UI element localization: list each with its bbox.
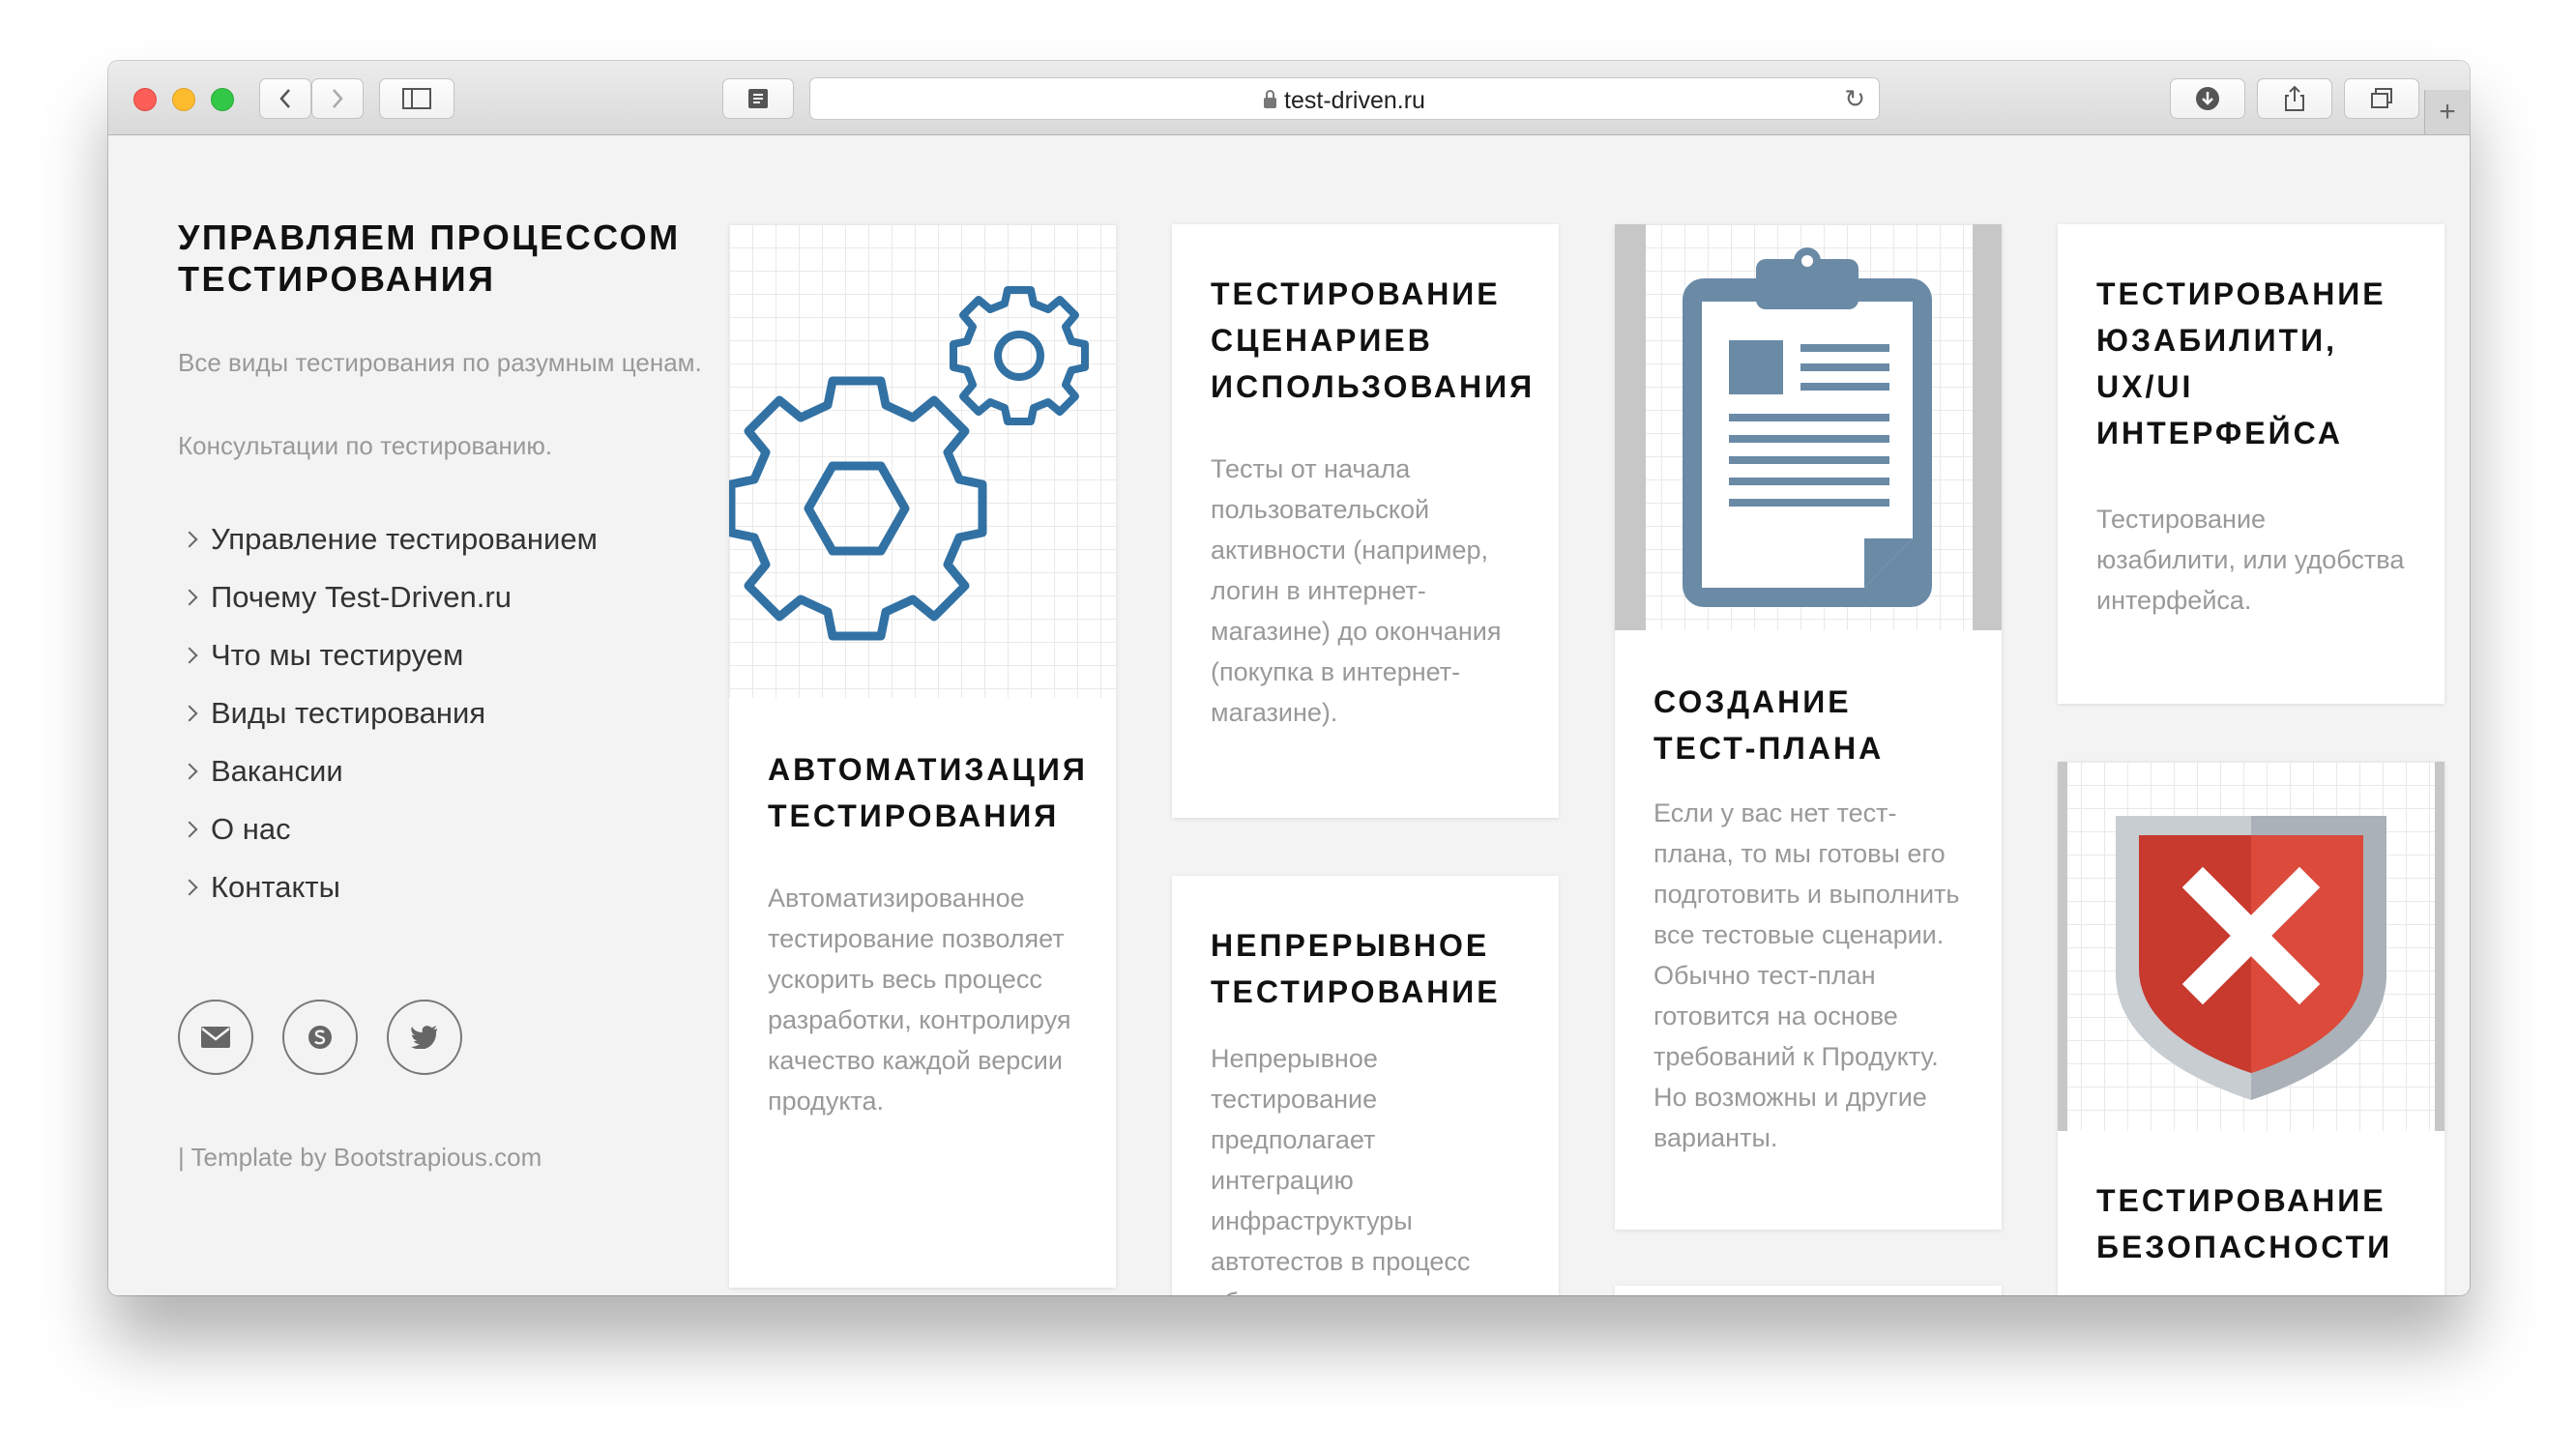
- card-image: [729, 224, 1116, 698]
- card-title: ТЕСТИРОВАНИЕ БЕЗОПАСНОСТИ: [2096, 1183, 2393, 1264]
- chevron-right-icon: [333, 89, 343, 108]
- close-window-button[interactable]: [133, 88, 157, 111]
- forward-button[interactable]: [311, 78, 364, 119]
- download-icon: [2196, 87, 2219, 110]
- card-title: ТЕСТИРОВАНИЕ ЮЗАБИЛИТИ, UX/UI ИНТЕРФЕЙСА: [2096, 276, 2386, 450]
- card-scenarios[interactable]: ТЕСТИРОВАНИЕ СЦЕНАРИЕВ ИСПОЛЬЗОВАНИЯ Тес…: [1172, 224, 1559, 818]
- nav-item-vacancies[interactable]: Вакансии: [178, 742, 719, 800]
- nav-item-management[interactable]: Управление тестированием: [178, 510, 719, 568]
- address-bar[interactable]: test-driven.ru ↻: [809, 77, 1880, 120]
- sidebar: УПРАВЛЯЕМ ПРОЦЕССОМ ТЕСТИРОВАНИЯ Все вид…: [178, 217, 719, 1173]
- chevron-right-icon: [181, 763, 198, 780]
- consult-text: Консультации по тестированию.: [178, 431, 553, 460]
- nav-item-types[interactable]: Виды тестирования: [178, 684, 719, 742]
- clipboard-icon: [1683, 247, 1932, 607]
- tabs-icon: [2371, 88, 2392, 108]
- nav-item-what[interactable]: Что мы тестируем: [178, 626, 719, 684]
- reload-icon[interactable]: ↻: [1844, 84, 1865, 114]
- chevron-right-icon: [181, 531, 198, 548]
- email-button[interactable]: [178, 1000, 253, 1075]
- card-image: [1615, 224, 2002, 630]
- nav-item-why[interactable]: Почему Test-Driven.ru: [178, 568, 719, 626]
- card-test-plan[interactable]: СОЗДАНИЕ ТЕСТ-ПЛАНА Если у вас нет тест-…: [1615, 224, 2002, 1230]
- card-title: СОЗДАНИЕ ТЕСТ-ПЛАНА: [1654, 684, 1885, 766]
- sidebar-icon: [402, 88, 431, 109]
- main-nav: Управление тестированием Почему Test-Dri…: [178, 510, 719, 916]
- share-button[interactable]: [2257, 78, 2332, 119]
- twitter-button[interactable]: [387, 1000, 462, 1075]
- card-text: Тесты от начала пользовательской активно…: [1211, 454, 1502, 727]
- social-links: [178, 1000, 719, 1075]
- chevron-right-icon: [181, 821, 198, 838]
- card-automation[interactable]: АВТОМАТИЗАЦИЯ ТЕСТИРОВАНИЯ Автоматизиров…: [729, 224, 1116, 1288]
- chevron-right-icon: [181, 705, 198, 722]
- browser-window: test-driven.ru ↻ + УПРАВЛЯЕМ ПРОЦЕССОМ Т…: [108, 61, 2470, 1295]
- zoom-window-button[interactable]: [211, 88, 234, 111]
- page-content: УПРАВЛЯЕМ ПРОЦЕССОМ ТЕСТИРОВАНИЯ Все вид…: [108, 135, 2470, 1295]
- card-partial[interactable]: [1615, 1286, 2002, 1295]
- share-icon: [2285, 85, 2304, 111]
- card-usability[interactable]: ТЕСТИРОВАНИЕ ЮЗАБИЛИТИ, UX/UI ИНТЕРФЕЙСА…: [2058, 224, 2444, 704]
- card-text: Тестирование юзабилити, или удобства инт…: [2096, 505, 2405, 615]
- tabs-overview-button[interactable]: [2344, 78, 2419, 119]
- url-text: test-driven.ru: [1284, 87, 1425, 114]
- template-credit: | Template by Bootstrapious.com: [178, 1143, 542, 1172]
- card-security[interactable]: ТЕСТИРОВАНИЕ БЕЗОПАСНОСТИ: [2058, 762, 2444, 1295]
- shield-x-icon: [2116, 816, 2386, 1100]
- chevron-left-icon: [279, 89, 290, 108]
- back-button[interactable]: [259, 78, 311, 119]
- card-title: НЕПРЕРЫВНОЕ ТЕСТИРОВАНИЕ: [1211, 928, 1501, 1009]
- chevron-right-icon: [181, 879, 198, 896]
- card-title: ТЕСТИРОВАНИЕ СЦЕНАРИЕВ ИСПОЛЬЗОВАНИЯ: [1211, 276, 1536, 404]
- chevron-right-icon: [181, 589, 198, 606]
- skype-icon: [308, 1026, 332, 1049]
- downloads-button[interactable]: [2170, 78, 2245, 119]
- nav-item-contacts[interactable]: Контакты: [178, 858, 719, 916]
- card-text: Если у вас нет тест-плана, то мы готовы …: [1654, 798, 1960, 1152]
- minimize-window-button[interactable]: [172, 88, 195, 111]
- browser-toolbar: test-driven.ru ↻ +: [108, 61, 2470, 135]
- plus-icon: +: [2439, 96, 2456, 128]
- card-text: Автоматизированное тестирование позволяе…: [768, 884, 1071, 1116]
- lock-icon: [1264, 90, 1277, 108]
- card-image: [2058, 762, 2444, 1131]
- reader-button[interactable]: [722, 78, 794, 119]
- reader-icon: [748, 89, 768, 108]
- skype-button[interactable]: [282, 1000, 358, 1075]
- card-continuous[interactable]: НЕПРЕРЫВНОЕ ТЕСТИРОВАНИЕ Непрерывное тес…: [1172, 876, 1559, 1295]
- gears-icon: [729, 286, 1089, 641]
- site-description: Все виды тестирования по разумным ценам.: [178, 348, 702, 377]
- twitter-icon: [411, 1026, 437, 1049]
- site-title: УПРАВЛЯЕМ ПРОЦЕССОМ ТЕСТИРОВАНИЯ: [178, 218, 681, 299]
- nav-item-about[interactable]: О нас: [178, 800, 719, 858]
- card-text: Непрерывное тестирование предполагает ин…: [1211, 1044, 1471, 1295]
- sidebar-toggle-button[interactable]: [379, 78, 454, 119]
- chevron-right-icon: [181, 647, 198, 664]
- card-title: АВТОМАТИЗАЦИЯ ТЕСТИРОВАНИЯ: [768, 752, 1088, 833]
- new-tab-button[interactable]: +: [2424, 90, 2470, 134]
- email-icon: [201, 1027, 230, 1048]
